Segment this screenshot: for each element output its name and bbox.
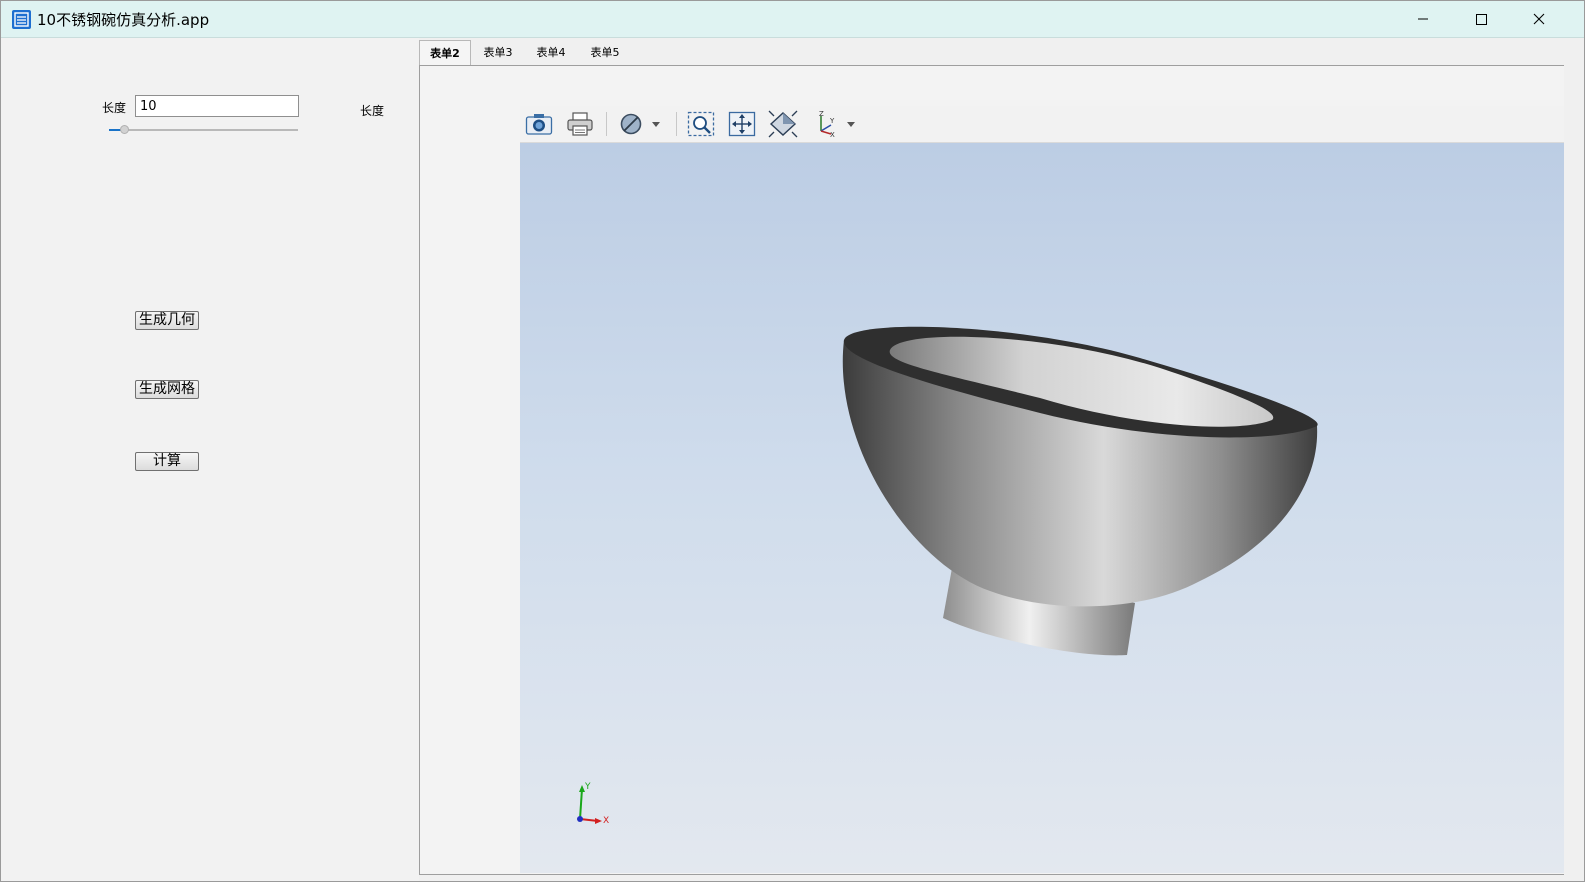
svg-text:Z: Z (819, 110, 824, 118)
svg-text:Y: Y (829, 117, 835, 125)
transparency-icon (620, 113, 660, 135)
app-icon (12, 10, 31, 29)
title-bar: 10不锈钢碗仿真分析.app (1, 1, 1584, 38)
print-icon (567, 112, 593, 136)
minimize-button[interactable] (1394, 1, 1452, 37)
tab-form2[interactable]: 表单2 (419, 40, 471, 66)
tab-bar: 表单2 表单3 表单4 表单5 (419, 40, 1584, 66)
tab-content: Z Y X Y X (419, 65, 1566, 875)
length-slider[interactable] (109, 125, 298, 134)
zoom-box-icon (687, 111, 715, 137)
zoom-extents-icon (728, 111, 756, 137)
left-control-panel: 长度 长度 生成几何 生成网格 计算 (1, 38, 419, 881)
zoom-extents-button[interactable] (727, 110, 757, 138)
tab-form4[interactable]: 表单4 (528, 40, 574, 65)
screenshot-button[interactable] (524, 110, 554, 138)
maximize-icon (1476, 14, 1487, 25)
axis-triad: Y X (577, 782, 609, 826)
app-window: 10不锈钢碗仿真分析.app 长度 长度 生成几何 生成网格 计算 表单2 表单… (0, 0, 1585, 882)
tab-form5[interactable]: 表单5 (582, 40, 628, 65)
window-title: 10不锈钢碗仿真分析.app (37, 11, 210, 29)
close-icon (1533, 13, 1545, 25)
camera-icon (525, 114, 553, 135)
compute-button[interactable]: 计算 (135, 452, 199, 471)
3d-viewport[interactable]: Y X (520, 143, 1565, 873)
graphics-viewer: Z Y X Y X (520, 106, 1565, 873)
slider-thumb[interactable] (120, 125, 129, 134)
axis-y-label: Y (584, 782, 591, 792)
generate-geometry-button[interactable]: 生成几何 (135, 311, 199, 330)
chevron-down-icon (847, 122, 855, 127)
zoom-box-button[interactable] (686, 110, 716, 138)
scene-light-icon (768, 110, 798, 138)
right-edge (1564, 65, 1584, 881)
graphics-toolbar: Z Y X (520, 106, 1565, 143)
bowl-model (842, 326, 1318, 656)
length-input[interactable] (135, 95, 299, 117)
scene-light-button[interactable] (768, 110, 798, 138)
maximize-button[interactable] (1452, 1, 1510, 37)
close-button[interactable] (1510, 1, 1568, 37)
view-axis-icon: Z Y X (819, 110, 855, 138)
chevron-down-icon (652, 122, 660, 127)
print-button[interactable] (565, 110, 595, 138)
generate-mesh-button[interactable]: 生成网格 (135, 380, 199, 399)
length-label-right: 长度 (360, 104, 385, 118)
length-label: 长度 (102, 101, 127, 115)
minimize-icon (1418, 18, 1428, 20)
transparency-dropdown[interactable] (616, 110, 664, 138)
view-axis-dropdown[interactable]: Z Y X (810, 110, 858, 138)
tab-form3[interactable]: 表单3 (475, 40, 521, 65)
axis-x-label: X (603, 816, 609, 826)
svg-text:X: X (830, 131, 835, 138)
